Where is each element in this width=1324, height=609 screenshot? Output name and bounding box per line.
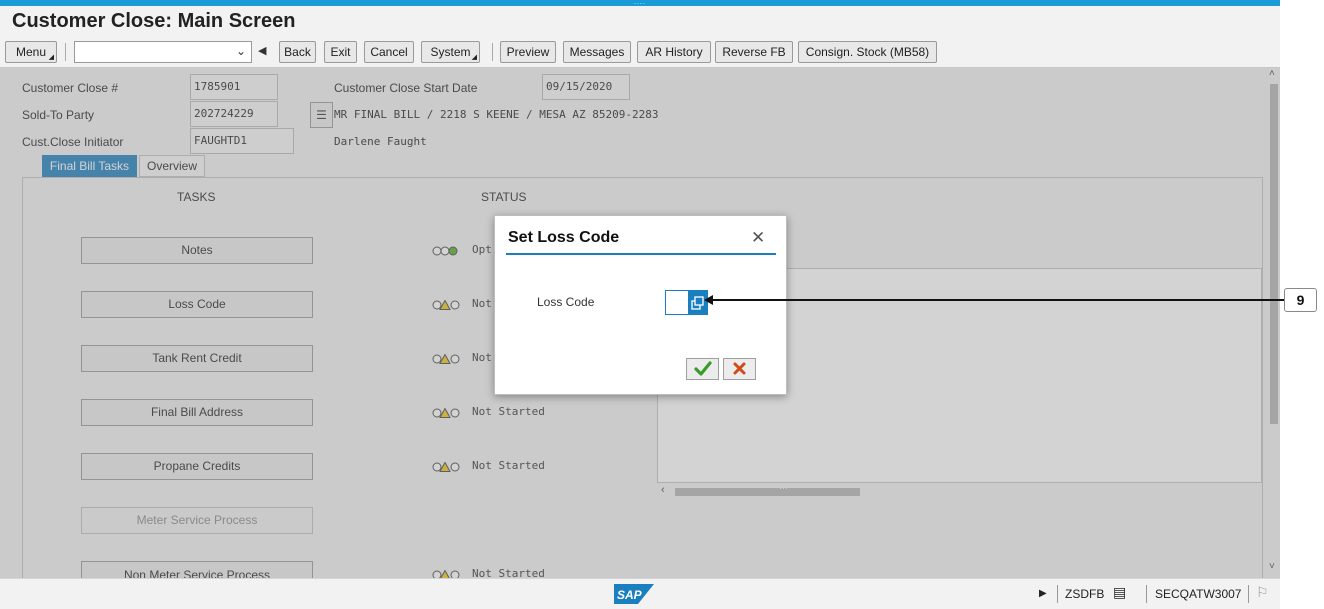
menu-button-label: Menu [15,45,47,59]
reverse-fb-button[interactable]: Reverse FB [715,41,793,63]
back-button[interactable]: Back [279,41,316,63]
cancel-dialog-button[interactable] [723,358,756,380]
callout-arrowhead [704,295,713,305]
dropdown-triangle-icon: ◢ [471,54,477,61]
toolbar-divider [65,43,66,61]
callout-line [708,299,1284,301]
loss-code-label: Loss Code [537,295,595,309]
ar-history-button[interactable]: AR History [637,41,711,63]
preview-button[interactable]: Preview [500,41,556,63]
transaction-code: ZSDFB [1065,587,1105,601]
system-menu-button[interactable]: System ◢ [421,41,480,63]
toolbar-divider [492,43,493,61]
sap-logo: SAP [614,584,654,604]
status-divider [1146,585,1147,603]
dialog-title-underline [506,253,776,255]
messages-button[interactable]: Messages [563,41,631,63]
dialog-title: Set Loss Code [508,229,620,246]
system-menu-label: System [430,45,471,59]
command-field[interactable]: ⌄ [74,41,252,63]
top-accent-bar: .... [0,0,1280,6]
sap-logo-text: SAP [617,588,643,602]
status-divider [1248,585,1249,603]
page-title: Customer Close: Main Screen [12,10,296,32]
flag-icon[interactable]: ⚐ [1256,584,1269,601]
status-bar: SAP ▶ ZSDFB ▤ SECQATW3007 ⚐ [0,578,1280,609]
toolbar: Menu ◢ ⌄ ◀ Back Exit Cancel System ◢ Pre… [0,40,1280,66]
system-name: SECQATW3007 [1155,587,1242,601]
checkmark-icon [694,361,712,376]
set-loss-code-dialog: Set Loss Code ✕ Loss Code [494,215,787,395]
callout-number-badge: 9 [1284,288,1317,312]
system-info-icon[interactable]: ▤ [1113,584,1126,601]
menu-button[interactable]: Menu ◢ [5,41,57,63]
resize-grip[interactable]: .... [634,0,646,6]
close-icon[interactable]: ✕ [751,228,765,248]
exit-button[interactable]: Exit [324,41,357,63]
expand-status-icon[interactable]: ▶ [1039,588,1047,599]
cancel-button[interactable]: Cancel [364,41,414,63]
cancel-x-icon [733,362,746,375]
dropdown-triangle-icon: ◢ [48,54,54,61]
status-divider [1057,585,1058,603]
confirm-button[interactable] [686,358,719,380]
loss-code-input[interactable] [665,290,689,315]
chevron-down-icon[interactable]: ⌄ [236,44,246,58]
consign-stock-button[interactable]: Consign. Stock (MB58) [798,41,937,63]
expand-left-icon[interactable]: ◀ [258,44,266,57]
